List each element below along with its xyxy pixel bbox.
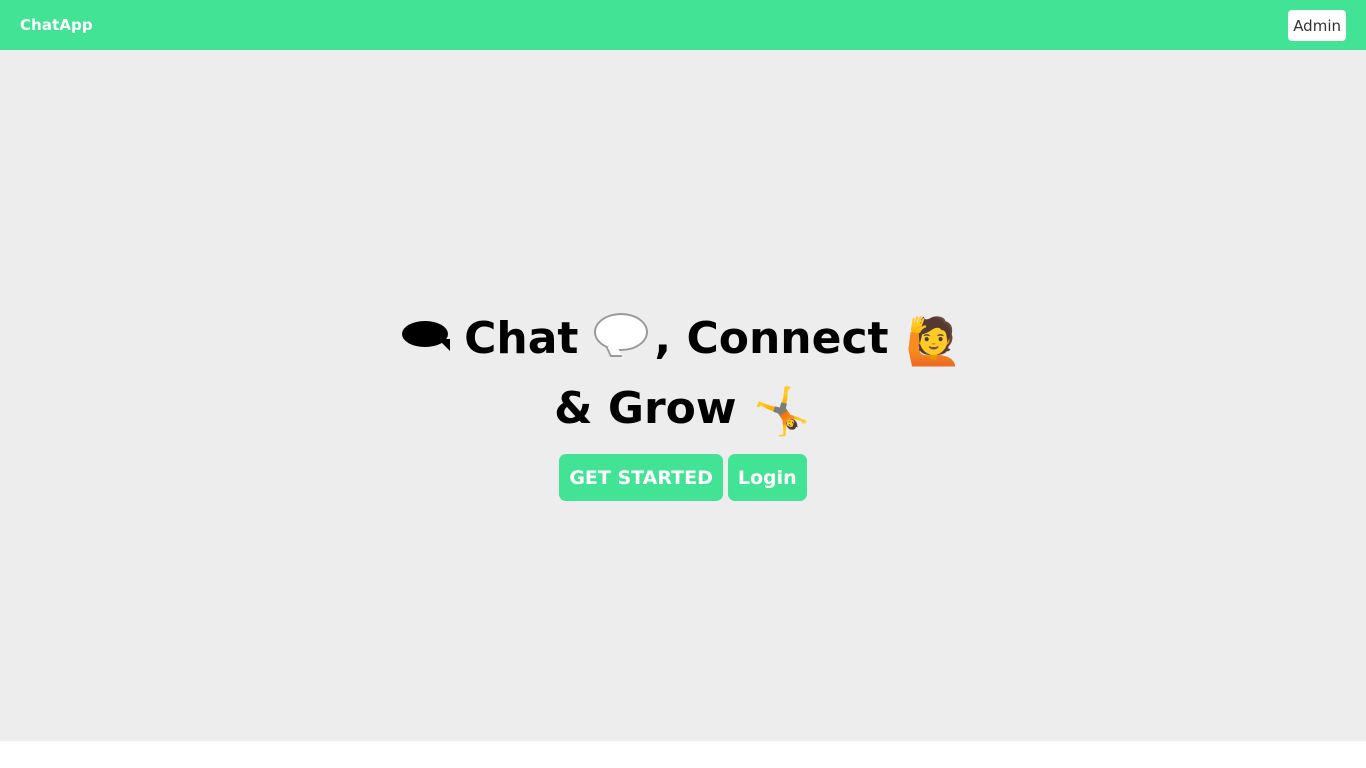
- brand-logo[interactable]: ChatApp: [20, 16, 93, 34]
- cartwheel-icon: 🤸: [753, 384, 811, 438]
- login-button[interactable]: Login: [727, 454, 807, 501]
- black-speech-bubble-icon: [402, 321, 451, 351]
- navbar: ChatApp Admin: [0, 0, 1366, 50]
- headline-line-2: & Grow 🤸: [0, 375, 1366, 445]
- headline-connect: , Connect: [654, 313, 889, 364]
- admin-button[interactable]: Admin: [1288, 10, 1346, 41]
- headline-grow: & Grow: [554, 383, 737, 434]
- hero-section: Chat , Connect 🙋 & Grow 🤸 GET STARTED Lo…: [0, 50, 1366, 741]
- white-speech-bubble-icon: [594, 313, 650, 357]
- person-raising-hand-icon: 🙋: [905, 314, 963, 368]
- headline-line-1: Chat , Connect 🙋: [0, 305, 1366, 375]
- hero-headline: Chat , Connect 🙋 & Grow 🤸: [0, 305, 1366, 445]
- get-started-button[interactable]: GET STARTED: [559, 454, 723, 501]
- headline-chat: Chat: [464, 313, 579, 364]
- hero-actions: GET STARTED Login: [0, 454, 1366, 501]
